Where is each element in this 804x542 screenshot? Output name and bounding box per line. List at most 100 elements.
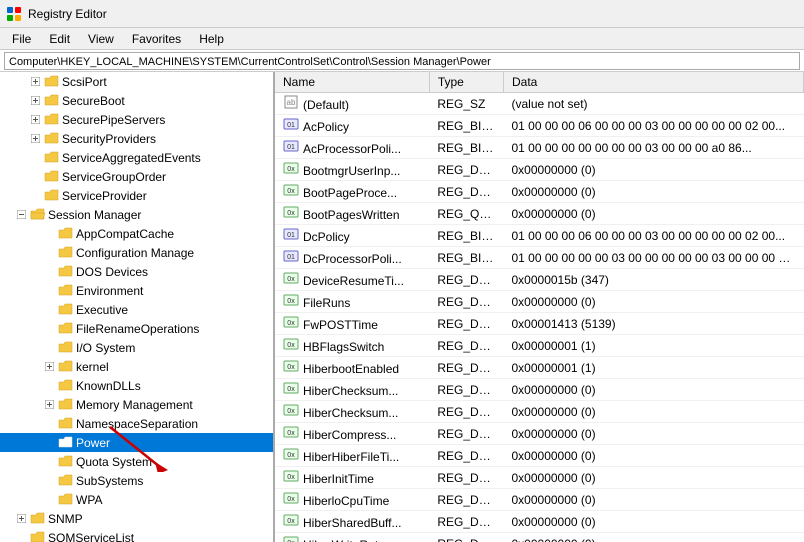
menu-item-help[interactable]: Help [191,30,232,48]
tree-node-svcgrp[interactable]: ServiceGroupOrder [0,167,273,186]
table-row[interactable]: 01 DcPolicyREG_BINARY01 00 00 00 06 00 0… [275,225,804,247]
reg-icon: 0x [283,161,299,175]
registry-panel[interactable]: Name Type Data ab (Default)REG_SZ(value … [275,72,804,542]
table-row[interactable]: 0x HiberChecksum...REG_DWORD0x00000000 (… [275,401,804,423]
tree-node-configmgr[interactable]: Configuration Manage [0,243,273,262]
table-row[interactable]: 0x BootmgrUserInp...REG_DWORD0x00000000 … [275,159,804,181]
table-row[interactable]: 0x HiberCompress...REG_DWORD0x00000000 (… [275,423,804,445]
registry-table: Name Type Data ab (Default)REG_SZ(value … [275,72,804,542]
reg-icon: 0x [283,491,299,505]
cell-data: 0x0000015b (347) [504,269,804,291]
node-label-svcagg: ServiceAggregatedEvents [62,151,201,165]
title-bar: Registry Editor [0,0,804,28]
svg-text:0x: 0x [287,166,295,173]
menu-item-view[interactable]: View [80,30,122,48]
table-row[interactable]: 0x HiberbootEnabledREG_DWORD0x00000001 (… [275,357,804,379]
cell-type: REG_BINARY [429,137,503,159]
expand-button-sessionmgr[interactable] [14,208,28,222]
expand-button-kernel[interactable] [42,360,56,374]
menu-item-file[interactable]: File [4,30,39,48]
expand-button-dosdevices [42,265,56,279]
tree-node-securepipe[interactable]: SecurePipeServers [0,110,273,129]
svg-text:0x: 0x [287,518,295,525]
reg-icon: 0x [283,271,299,285]
tree-node-quotasys[interactable]: Quota System [0,452,273,471]
table-row[interactable]: 01 AcPolicyREG_BINARY01 00 00 00 06 00 0… [275,115,804,137]
table-row[interactable]: 0x FwPOSTTimeREG_DWORD0x00001413 (5139) [275,313,804,335]
tree-node-environment[interactable]: Environment [0,281,273,300]
tree-node-subsystems[interactable]: SubSystems [0,471,273,490]
tree-node-snmp[interactable]: SNMP [0,509,273,528]
table-row[interactable]: 01 AcProcessorPoli...REG_BINARY01 00 00 … [275,137,804,159]
expand-button-scsiroot[interactable] [28,75,42,89]
tree-node-nssep[interactable]: NamespaceSeparation [0,414,273,433]
node-label-power: Power [76,436,110,450]
table-row[interactable]: 0x BootPagesWrittenREG_QWORD0x00000000 (… [275,203,804,225]
cell-type: REG_QWORD [429,203,503,225]
cell-data: 0x00000000 (0) [504,203,804,225]
expand-button-appcompat [42,227,56,241]
svg-text:0x: 0x [287,430,295,437]
svg-text:0x: 0x [287,386,295,393]
col-data[interactable]: Data [504,72,804,93]
node-label-snmp: SNMP [48,512,83,526]
expand-button-sqmsvc [14,531,28,542]
table-row[interactable]: 0x FileRunsREG_DWORD0x00000000 (0) [275,291,804,313]
tree-node-svcprovider[interactable]: ServiceProvider [0,186,273,205]
table-row[interactable]: 0x HiberChecksum...REG_DWORD0x00000000 (… [275,379,804,401]
tree-node-appcompat[interactable]: AppCompatCache [0,224,273,243]
cell-data: 0x00000000 (0) [504,511,804,533]
tree-node-secureboot[interactable]: SecureBoot [0,91,273,110]
tree-node-svcagg[interactable]: ServiceAggregatedEvents [0,148,273,167]
tree-node-sessionmgr[interactable]: Session Manager [0,205,273,224]
table-row[interactable]: 0x HiberHiberFileTi...REG_DWORD0x0000000… [275,445,804,467]
folder-icon-configmgr [58,246,74,260]
main-content: ScsiPort SecureBoot SecurePipeServers Se… [0,72,804,542]
tree-node-iosystem[interactable]: I/O System [0,338,273,357]
table-row[interactable]: 0x BootPageProce...REG_DWORD0x00000000 (… [275,181,804,203]
expand-button-snmp[interactable] [14,512,28,526]
table-header: Name Type Data [275,72,804,93]
svg-text:01: 01 [287,144,295,151]
table-row[interactable]: 0x HiberInitTimeREG_DWORD0x00000000 (0) [275,467,804,489]
tree-node-secproviders[interactable]: SecurityProviders [0,129,273,148]
tree-node-filerename[interactable]: FileRenameOperations [0,319,273,338]
expand-button-secureboot[interactable] [28,94,42,108]
table-row[interactable]: 0x HiberSharedBuff...REG_DWORD0x00000000… [275,511,804,533]
table-row[interactable]: 01 DcProcessorPoli...REG_BINARY01 00 00 … [275,247,804,269]
cell-data: 0x00000000 (0) [504,159,804,181]
expand-button-memmgmt[interactable] [42,398,56,412]
col-type[interactable]: Type [429,72,503,93]
table-row[interactable]: 0x DeviceResumeTi...REG_DWORD0x0000015b … [275,269,804,291]
menu-item-favorites[interactable]: Favorites [124,30,189,48]
svg-text:0x: 0x [287,188,295,195]
cell-type: REG_DWORD [429,159,503,181]
table-row[interactable]: 0x HBFlagsSwitchREG_DWORD0x00000001 (1) [275,335,804,357]
tree-node-dosdevices[interactable]: DOS Devices [0,262,273,281]
tree-node-executive[interactable]: Executive [0,300,273,319]
menu-item-edit[interactable]: Edit [41,30,78,48]
folder-icon-kernel [58,360,74,374]
reg-icon: 01 [283,249,299,263]
tree-node-kernel[interactable]: kernel [0,357,273,376]
table-row[interactable]: 0x HiberWriteRateREG_DWORD0x00000000 (0) [275,533,804,542]
cell-name: 0x DeviceResumeTi... [275,269,429,291]
tree-node-sqmsvc[interactable]: SQMServiceList [0,528,273,542]
svg-text:0x: 0x [287,474,295,481]
tree-node-memmgmt[interactable]: Memory Management [0,395,273,414]
expand-button-secproviders[interactable] [28,132,42,146]
expand-button-svcprovider [28,189,42,203]
expand-button-securepipe[interactable] [28,113,42,127]
tree-node-power[interactable]: Power [0,433,273,452]
tree-node-wpa[interactable]: WPA [0,490,273,509]
tree-panel[interactable]: ScsiPort SecureBoot SecurePipeServers Se… [0,72,275,542]
tree-node-scsiroot[interactable]: ScsiPort [0,72,273,91]
cell-data: 0x00000000 (0) [504,291,804,313]
reg-icon: 0x [283,381,299,395]
col-name[interactable]: Name [275,72,429,93]
table-row[interactable]: 0x HiberloCpuTimeREG_DWORD0x00000000 (0) [275,489,804,511]
tree-node-knowndlls[interactable]: KnownDLLs [0,376,273,395]
svg-text:01: 01 [287,122,295,129]
table-row[interactable]: ab (Default)REG_SZ(value not set) [275,93,804,115]
node-label-svcgrp: ServiceGroupOrder [62,170,166,184]
